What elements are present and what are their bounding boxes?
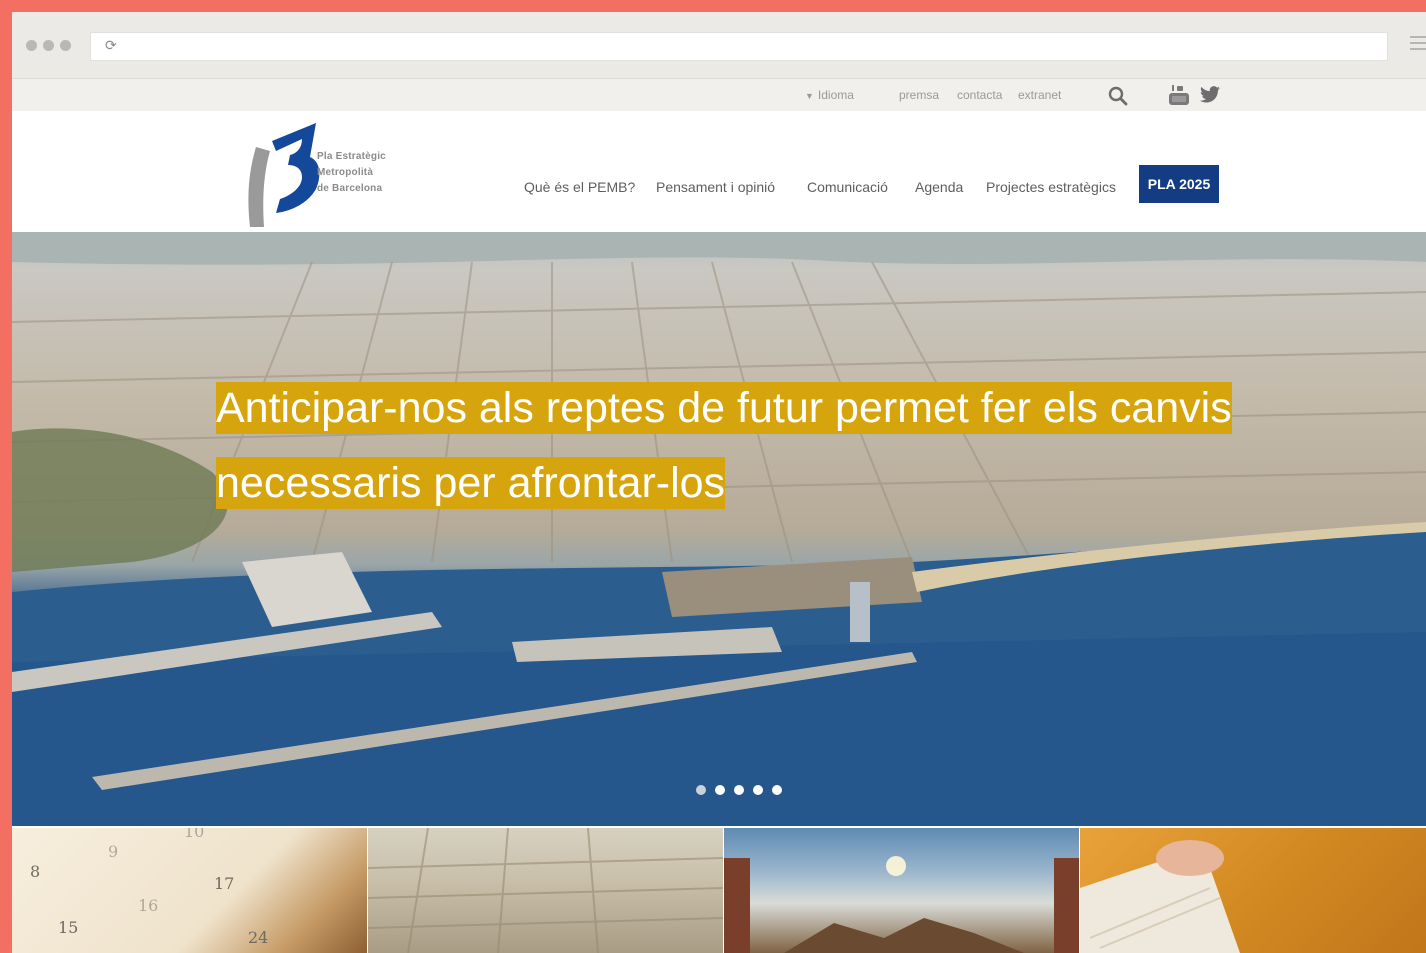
calendar-number: 9 [108,842,119,861]
agenda-tile[interactable]: 8 9 10 15 16 17 24 [12,828,367,953]
hero-slider: Anticipar-nos als reptes de futur permet… [12,232,1426,826]
slide-dot[interactable] [734,785,744,795]
language-dropdown[interactable]: ▼ Idioma [805,88,854,102]
monument-tile[interactable] [724,828,1079,953]
slide-dot[interactable] [715,785,725,795]
link-premsa[interactable]: premsa [899,88,939,102]
twitter-icon[interactable] [1200,86,1220,103]
slider-pagination [696,785,782,795]
logo-line: de Barcelona [317,183,383,194]
slide-dot[interactable] [772,785,782,795]
calendar-number: 8 [30,862,41,881]
utility-bar: ▼ Idioma premsa contacta extranet [12,79,1426,111]
document-tile[interactable] [1080,828,1426,953]
logo-line: Metropolità [317,167,374,178]
nav-item-comunicacio[interactable]: Comunicació [807,177,888,197]
logo-text: Pla Estratègic Metropolità de Barcelona [317,149,386,197]
menu-icon[interactable] [1410,36,1426,54]
link-contacta[interactable]: contacta [957,88,1002,102]
monument-image [724,856,1079,953]
youtube-icon[interactable] [1168,83,1190,107]
reload-icon[interactable]: ⟳ [105,37,117,54]
city-aerial-image [12,232,1426,826]
browser-chrome: ⟳ [12,12,1426,79]
calendar-number: 24 [248,928,269,947]
caret-down-icon: ▼ [805,91,814,101]
address-bar[interactable]: ⟳ [90,32,1388,61]
search-icon[interactable] [1108,86,1128,106]
pla-2025-button[interactable]: PLA 2025 [1139,165,1219,203]
slide-dot[interactable] [753,785,763,795]
window-dot[interactable] [60,40,71,51]
feature-tiles: 8 9 10 15 16 17 24 [12,828,1426,953]
document-image [1080,840,1240,953]
nav-item-agenda[interactable]: Agenda [915,177,963,197]
nav-item-pensament[interactable]: Pensament i opinió [656,177,775,197]
nav-item-que-es[interactable]: Què és el PEMB? [524,177,635,197]
language-label: Idioma [817,88,854,102]
browser-window: ⟳ ▼ Idioma premsa contacta extranet Pla … [12,12,1426,953]
calendar-number: 15 [58,918,79,937]
site-header: Pla Estratègic Metropolità de Barcelona … [12,111,1426,232]
slide-dot[interactable] [696,785,706,795]
calendar-number: 16 [138,896,159,915]
nav-item-projectes[interactable]: Projectes estratègics [986,177,1116,197]
logo-line: Pla Estratègic [317,151,386,162]
hero-headline: Anticipar-nos als reptes de futur permet… [216,371,1236,521]
window-dot[interactable] [26,40,37,51]
window-dot[interactable] [43,40,54,51]
city-sepia-image [368,828,723,953]
calendar-number: 17 [214,874,235,893]
link-extranet[interactable]: extranet [1018,88,1061,102]
city-sepia-tile[interactable] [368,828,723,953]
window-controls [26,40,71,51]
hero-headline-text: Anticipar-nos als reptes de futur permet… [216,382,1232,509]
calendar-number: 10 [184,828,205,841]
